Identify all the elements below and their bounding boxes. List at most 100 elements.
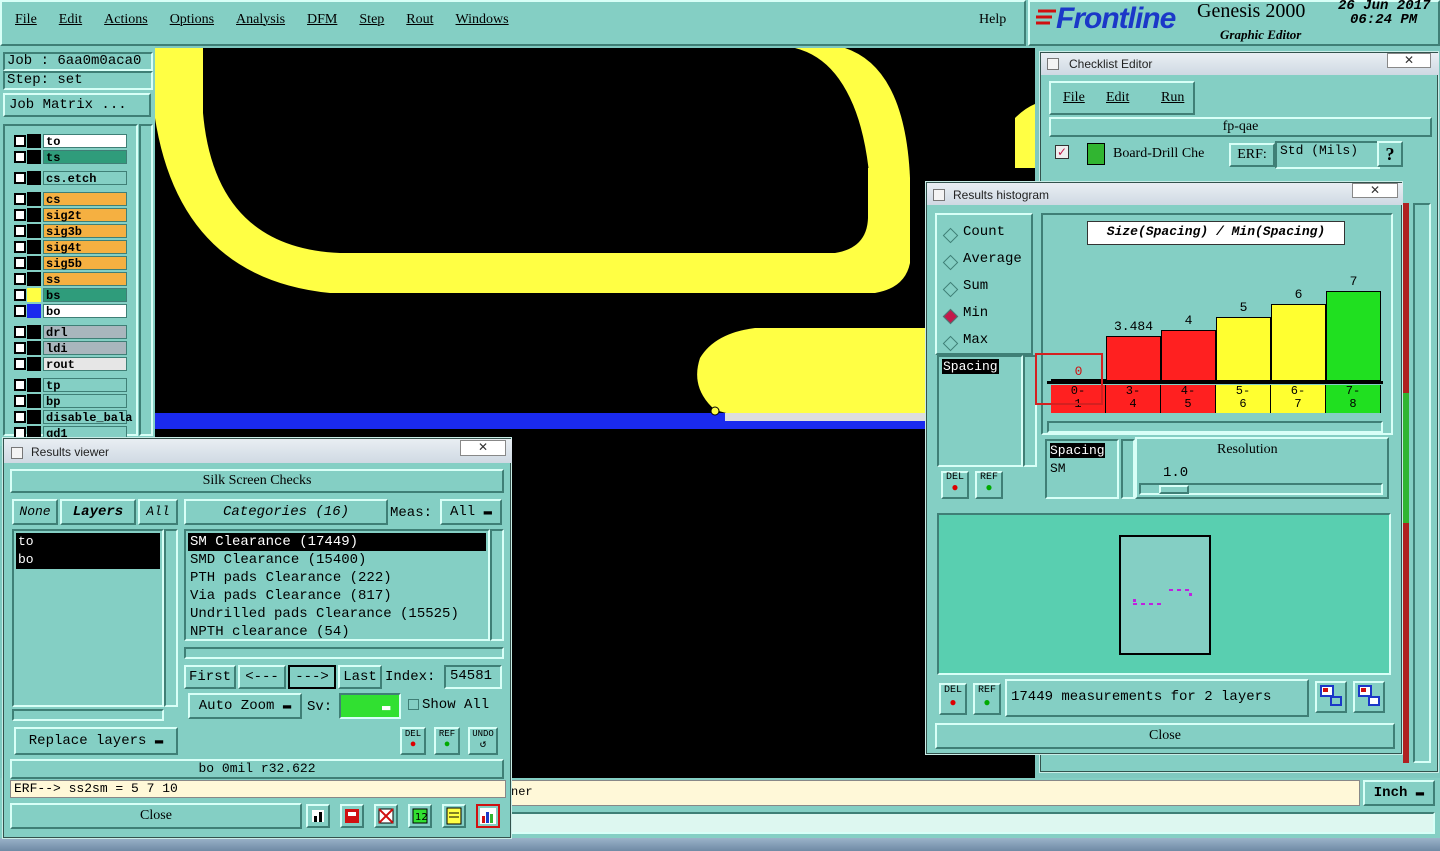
- viewer-del-button[interactable]: DEL ●: [400, 727, 426, 755]
- layer-checkbox[interactable]: [14, 379, 26, 391]
- close-icon[interactable]: ✕: [1352, 183, 1398, 198]
- layers-button[interactable]: Layers: [60, 499, 136, 525]
- viewer-close-button[interactable]: Close: [10, 803, 302, 829]
- next-button[interactable]: --->: [288, 665, 336, 689]
- close-icon[interactable]: ✕: [460, 440, 506, 456]
- viewer-ref-button[interactable]: REF ●: [434, 727, 460, 755]
- mode-max[interactable]: Max: [963, 332, 988, 348]
- radio-max[interactable]: [942, 335, 959, 352]
- menu-file[interactable]: File: [15, 12, 37, 27]
- histogram-bar[interactable]: [1326, 291, 1381, 381]
- layer-checkbox[interactable]: [14, 358, 26, 370]
- layer-checkbox[interactable]: [14, 305, 26, 317]
- layer-color-swatch[interactable]: [27, 341, 41, 355]
- layer-checkbox[interactable]: [14, 289, 26, 301]
- zoom-icon-1[interactable]: [1315, 681, 1347, 713]
- auto-zoom-selector[interactable]: Auto Zoom ▬: [188, 693, 302, 719]
- histogram-bar[interactable]: [1271, 304, 1326, 381]
- layer-checkbox[interactable]: [14, 193, 26, 205]
- measure-item[interactable]: Spacing: [942, 359, 999, 374]
- zoom-icon-2[interactable]: [1353, 681, 1385, 713]
- measure-item-spacing[interactable]: Spacing: [1050, 443, 1105, 458]
- sv-color-selector[interactable]: ▬: [339, 693, 401, 719]
- replace-layers-button[interactable]: Replace layers ▬: [14, 727, 178, 755]
- histogram-bar[interactable]: [1161, 330, 1216, 381]
- check-icon[interactable]: ✓: [1055, 145, 1069, 159]
- histogram-category-label[interactable]: 5- 6: [1216, 385, 1271, 413]
- layer-color-swatch[interactable]: [27, 272, 41, 286]
- layer-checkbox[interactable]: [14, 241, 26, 253]
- radio-average[interactable]: [942, 254, 959, 271]
- category-hscroll[interactable]: [184, 647, 504, 659]
- layer-item-tp[interactable]: tp: [43, 378, 127, 393]
- all-button[interactable]: All: [138, 499, 178, 525]
- numbered-list-icon[interactable]: 12: [408, 804, 432, 828]
- layer-item-to[interactable]: to: [43, 134, 127, 149]
- layer-checkbox[interactable]: [14, 273, 26, 285]
- resolution-slider-thumb[interactable]: [1159, 485, 1189, 494]
- viewer-layer-vscroll[interactable]: [164, 529, 178, 707]
- index-field[interactable]: 54581: [444, 665, 502, 689]
- layer-item-sig4t[interactable]: sig4t: [43, 240, 127, 255]
- layer-checkbox[interactable]: [14, 172, 26, 184]
- measure-list-2-scroll[interactable]: [1121, 439, 1135, 499]
- layer-color-swatch[interactable]: [27, 378, 41, 392]
- category-vscroll[interactable]: [490, 529, 504, 641]
- layer-color-swatch[interactable]: [27, 304, 41, 318]
- command-field[interactable]: [505, 812, 1435, 834]
- layer-item-bp[interactable]: bp: [43, 394, 127, 409]
- erf-value[interactable]: Std (Mils): [1275, 141, 1380, 169]
- checklist-menu-file[interactable]: File: [1063, 90, 1085, 106]
- layer-item-rout[interactable]: rout: [43, 357, 127, 372]
- layer-item-ts[interactable]: ts: [43, 150, 127, 165]
- layer-checkbox[interactable]: [14, 395, 26, 407]
- layer-color-swatch[interactable]: [27, 325, 41, 339]
- meas-selector[interactable]: All ▬: [440, 499, 502, 525]
- layer-item-bs[interactable]: bs: [43, 288, 127, 303]
- menu-rout[interactable]: Rout: [406, 12, 433, 27]
- unit-selector[interactable]: Inch ▬: [1363, 780, 1435, 806]
- checklist-menu-run[interactable]: Run: [1161, 90, 1184, 106]
- layer-color-swatch[interactable]: [27, 192, 41, 206]
- layer-item-bo[interactable]: bo: [43, 304, 127, 319]
- layer-color-swatch[interactable]: [27, 288, 41, 302]
- menu-dfm[interactable]: DFM: [307, 12, 337, 27]
- histogram-hscroll[interactable]: [1047, 421, 1383, 433]
- menu-options[interactable]: Options: [170, 12, 214, 27]
- layer-item-ldi[interactable]: ldi: [43, 341, 127, 356]
- viewer-layer-item[interactable]: bo: [16, 551, 160, 569]
- notes-icon[interactable]: [442, 804, 466, 828]
- hist-ref-button-2[interactable]: REF ●: [973, 683, 1001, 715]
- category-item[interactable]: Via pads Clearance (817): [188, 587, 486, 605]
- mode-min[interactable]: Min: [963, 305, 988, 321]
- radio-count[interactable]: [942, 227, 959, 244]
- last-button[interactable]: Last: [338, 665, 382, 689]
- hist-del-button-2[interactable]: DEL ●: [939, 683, 967, 715]
- checklist-help-button[interactable]: ?: [1377, 141, 1403, 167]
- menu-edit[interactable]: Edit: [59, 12, 82, 27]
- layer-checkbox[interactable]: [14, 209, 26, 221]
- measure-item-sm[interactable]: SM: [1050, 461, 1066, 476]
- menu-step[interactable]: Step: [359, 12, 384, 27]
- layer-color-swatch[interactable]: [27, 410, 41, 424]
- measure-list-2[interactable]: Spacing SM: [1045, 439, 1119, 499]
- layer-scrollbar[interactable]: [139, 124, 153, 436]
- prev-button[interactable]: <---: [238, 665, 286, 689]
- layer-color-swatch[interactable]: [27, 134, 41, 148]
- layer-item-cs-etch[interactable]: cs.etch: [43, 171, 127, 186]
- layer-item-drl[interactable]: drl: [43, 325, 127, 340]
- checklist-menu-edit[interactable]: Edit: [1106, 90, 1129, 106]
- category-item[interactable]: Undrilled pads Clearance (15525): [188, 605, 486, 623]
- category-item[interactable]: PTH pads Clearance (222): [188, 569, 486, 587]
- checklist-scrollbar[interactable]: [1413, 203, 1431, 763]
- layer-item-ss[interactable]: ss: [43, 272, 127, 287]
- histogram-bar[interactable]: [1216, 317, 1271, 381]
- checklist-row[interactable]: ✓ Board-Drill Che ERF: Std (Mils): [1049, 139, 1399, 169]
- viewer-undo-button[interactable]: UNDO ↺: [468, 727, 498, 755]
- mode-sum[interactable]: Sum: [963, 278, 988, 294]
- close-icon[interactable]: ✕: [1387, 53, 1431, 68]
- layer-item-sig3b[interactable]: sig3b: [43, 224, 127, 239]
- menu-actions[interactable]: Actions: [104, 12, 148, 27]
- layer-color-swatch[interactable]: [27, 150, 41, 164]
- categories-button[interactable]: Categories (16): [184, 499, 388, 525]
